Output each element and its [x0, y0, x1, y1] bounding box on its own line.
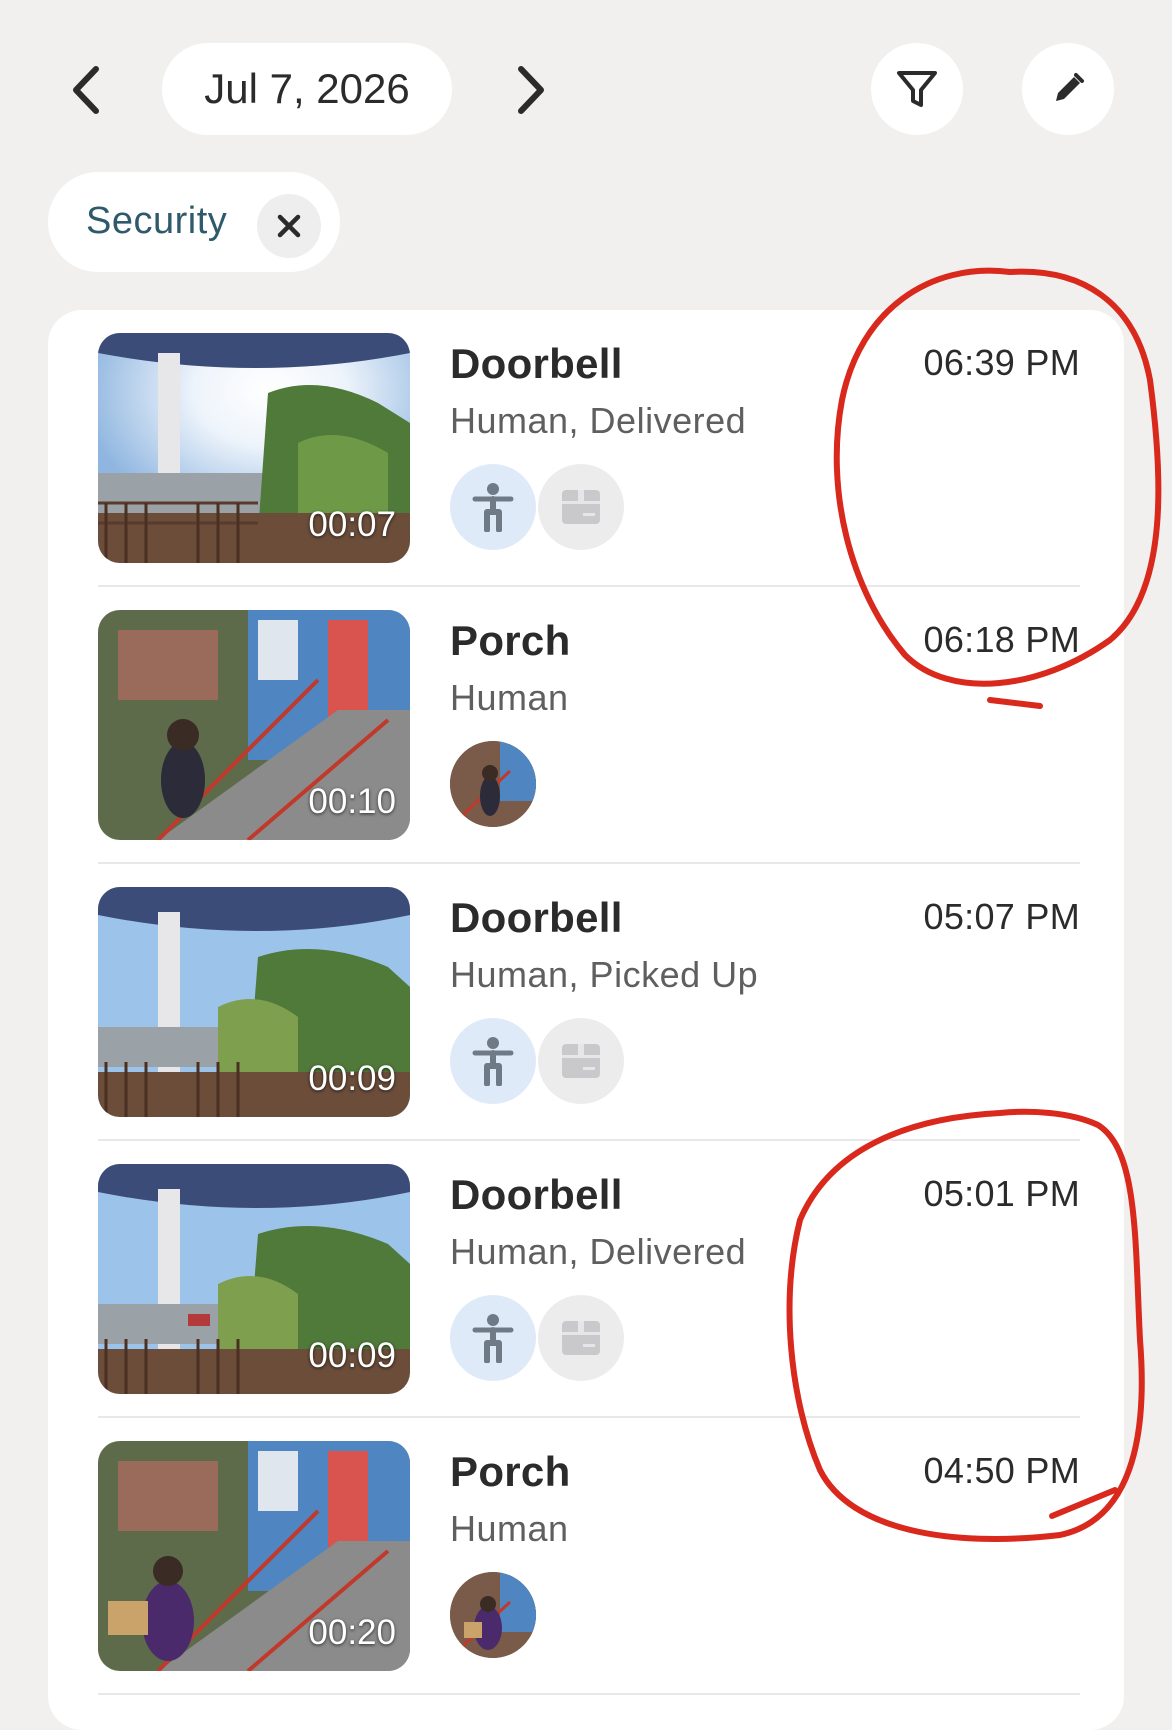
close-icon [277, 214, 301, 238]
security-filter-chip[interactable]: Security [48, 172, 340, 272]
row-divider [98, 1693, 1080, 1695]
package-detection-badge [538, 1018, 624, 1104]
event-thumbnail[interactable]: 00:07 [98, 333, 410, 563]
event-time: 05:07 PM [923, 896, 1080, 937]
clip-duration: 00:09 [308, 1059, 396, 1098]
filter-button[interactable] [871, 43, 963, 135]
current-date: Jul 7, 2026 [204, 65, 410, 112]
package-icon [562, 1044, 600, 1078]
event-detection-types: Human, Delivered [450, 1231, 747, 1272]
clip-duration: 00:09 [308, 1336, 396, 1375]
event-time: 06:39 PM [923, 342, 1080, 383]
event-camera-name: Porch [450, 617, 571, 664]
event-row[interactable]: 00:10 Porch Human 06:18 PM [48, 587, 1124, 864]
person-thumbnail[interactable] [450, 741, 536, 827]
event-row[interactable]: 00:09 Doorbell Human, Picked Up 05:07 PM [48, 864, 1124, 1141]
event-thumbnail[interactable]: 00:20 [98, 1441, 410, 1671]
person-thumbnail[interactable] [450, 1572, 536, 1658]
next-day-button[interactable] [505, 58, 557, 122]
event-detection-types: Human, Delivered [450, 400, 747, 441]
human-icon [472, 1037, 514, 1086]
event-row[interactable]: 00:07 Doorbell Human, Delivered 06:39 PM [48, 310, 1124, 587]
edit-button[interactable] [1022, 43, 1114, 135]
chip-label: Security [86, 200, 228, 242]
clip-duration: 00:07 [308, 505, 396, 544]
event-row[interactable]: 00:09 Doorbell Human, Delivered 05:01 PM [48, 1141, 1124, 1418]
event-row[interactable]: 00:20 Porch Human 04:50 PM [48, 1418, 1124, 1695]
package-icon [562, 1321, 600, 1355]
person-face-thumbnail [450, 1572, 536, 1658]
event-time: 06:18 PM [923, 619, 1080, 660]
event-camera-name: Doorbell [450, 894, 623, 941]
date-picker-button[interactable]: Jul 7, 2026 [162, 43, 452, 135]
person-face-thumbnail [450, 741, 536, 827]
event-list: 00:07 Doorbell Human, Delivered 06:39 PM [48, 310, 1124, 1730]
event-detection-types: Human, Picked Up [450, 954, 759, 995]
event-detection-types: Human [450, 1508, 569, 1549]
event-thumbnail[interactable]: 00:09 [98, 887, 410, 1117]
remove-filter-button[interactable] [257, 194, 321, 258]
event-thumbnail[interactable]: 00:09 [98, 1164, 410, 1394]
previous-day-button[interactable] [60, 58, 112, 122]
package-detection-badge [538, 464, 624, 550]
human-detection-badge [450, 1018, 536, 1104]
clip-duration: 00:20 [308, 1613, 396, 1652]
chevron-left-icon [73, 66, 99, 114]
event-camera-name: Doorbell [450, 340, 623, 387]
event-camera-name: Doorbell [450, 1171, 623, 1218]
package-detection-badge [538, 1295, 624, 1381]
date-navigation-bar: Jul 7, 2026 [0, 0, 1172, 160]
event-camera-name: Porch [450, 1448, 571, 1495]
pencil-icon [1056, 73, 1084, 101]
event-detection-types: Human [450, 677, 569, 718]
human-detection-badge [450, 464, 536, 550]
clip-duration: 00:10 [308, 782, 396, 821]
human-icon [472, 1314, 514, 1363]
event-time: 04:50 PM [923, 1450, 1080, 1491]
filter-icon [897, 71, 937, 107]
human-icon [472, 483, 514, 532]
human-detection-badge [450, 1295, 536, 1381]
event-time: 05:01 PM [923, 1173, 1080, 1214]
package-icon [562, 490, 600, 524]
chevron-right-icon [518, 66, 544, 114]
event-thumbnail[interactable]: 00:10 [98, 610, 410, 840]
